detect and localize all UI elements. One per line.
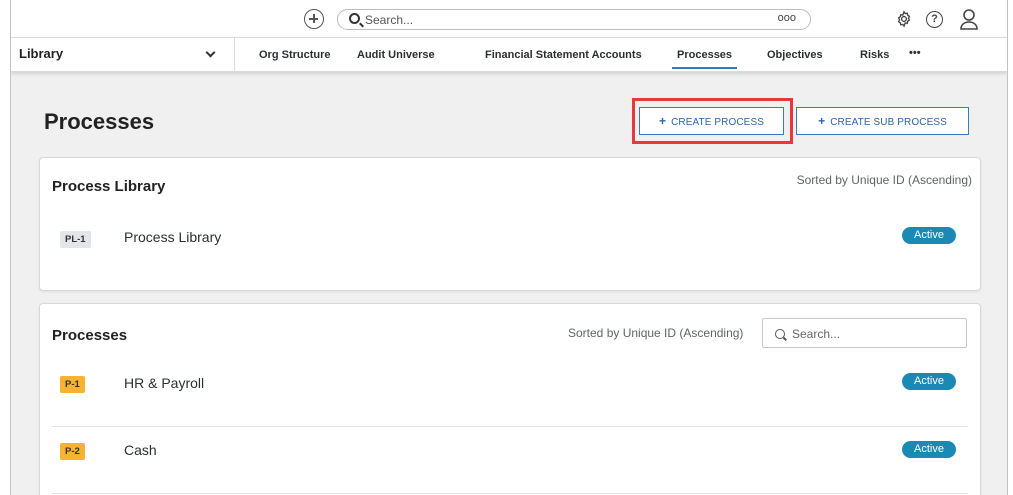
tab-risks[interactable]: Risks (860, 49, 889, 61)
processes-card: Processes Sorted by Unique ID (Ascending… (39, 303, 981, 495)
row-divider (52, 426, 968, 427)
gear-icon[interactable] (895, 10, 913, 28)
tab-org-structure[interactable]: Org Structure (259, 49, 331, 61)
list-item-label[interactable]: Process Library (124, 229, 221, 245)
sort-label[interactable]: Sorted by Unique ID (Ascending) (797, 173, 972, 187)
add-circle-icon[interactable] (304, 9, 324, 29)
highlight-box (632, 98, 793, 144)
library-selector[interactable]: Library (11, 38, 235, 72)
unique-id-tag: P-2 (60, 443, 85, 460)
library-selector-label: Library (19, 46, 64, 61)
top-bar: Search... ooo ? (11, 0, 1007, 38)
tab-audit-universe[interactable]: Audit Universe (357, 49, 435, 61)
process-library-card: Process Library Sorted by Unique ID (Asc… (39, 157, 981, 291)
create-sub-process-label: CREATE SUB PROCESS (830, 117, 947, 128)
process-search-input[interactable]: Search... (762, 318, 967, 348)
row-divider (52, 493, 968, 494)
unique-id-tag: PL-1 (60, 231, 91, 248)
create-sub-process-button[interactable]: + CREATE SUB PROCESS (796, 107, 969, 135)
status-badge: Active (902, 373, 956, 390)
unique-id-tag: P-1 (60, 376, 85, 393)
list-item-label[interactable]: Cash (124, 442, 157, 458)
status-badge: Active (902, 227, 956, 244)
global-search-placeholder: Search... (365, 13, 414, 27)
tab-processes[interactable]: Processes (671, 49, 738, 69)
process-search-placeholder: Search... (792, 327, 841, 341)
more-tabs-icon[interactable]: ••• (909, 47, 921, 59)
search-icon (349, 13, 360, 24)
search-options-icon[interactable]: ooo (778, 12, 796, 24)
card-title: Process Library (52, 178, 166, 195)
sort-label[interactable]: Sorted by Unique ID (Ascending) (568, 326, 743, 340)
tab-financial-statement-accounts[interactable]: Financial Statement Accounts (485, 49, 642, 61)
card-title: Processes (52, 327, 128, 344)
status-badge: Active (902, 441, 956, 458)
user-icon[interactable] (959, 8, 979, 30)
page-title: Processes (44, 109, 155, 134)
search-icon (775, 329, 785, 339)
list-item-label[interactable]: HR & Payroll (124, 375, 204, 391)
module-nav-bar: Library Org Structure Audit Universe Fin… (11, 38, 1007, 72)
plus-icon: + (818, 114, 826, 128)
tab-objectives[interactable]: Objectives (767, 49, 823, 61)
scrollbar[interactable] (1008, 0, 1013, 495)
chevron-down-icon (205, 47, 216, 58)
app-window: Search... ooo ? Library Org Structure Au… (10, 0, 1008, 495)
help-icon[interactable]: ? (926, 11, 943, 28)
global-search-input[interactable]: Search... ooo (337, 9, 811, 30)
